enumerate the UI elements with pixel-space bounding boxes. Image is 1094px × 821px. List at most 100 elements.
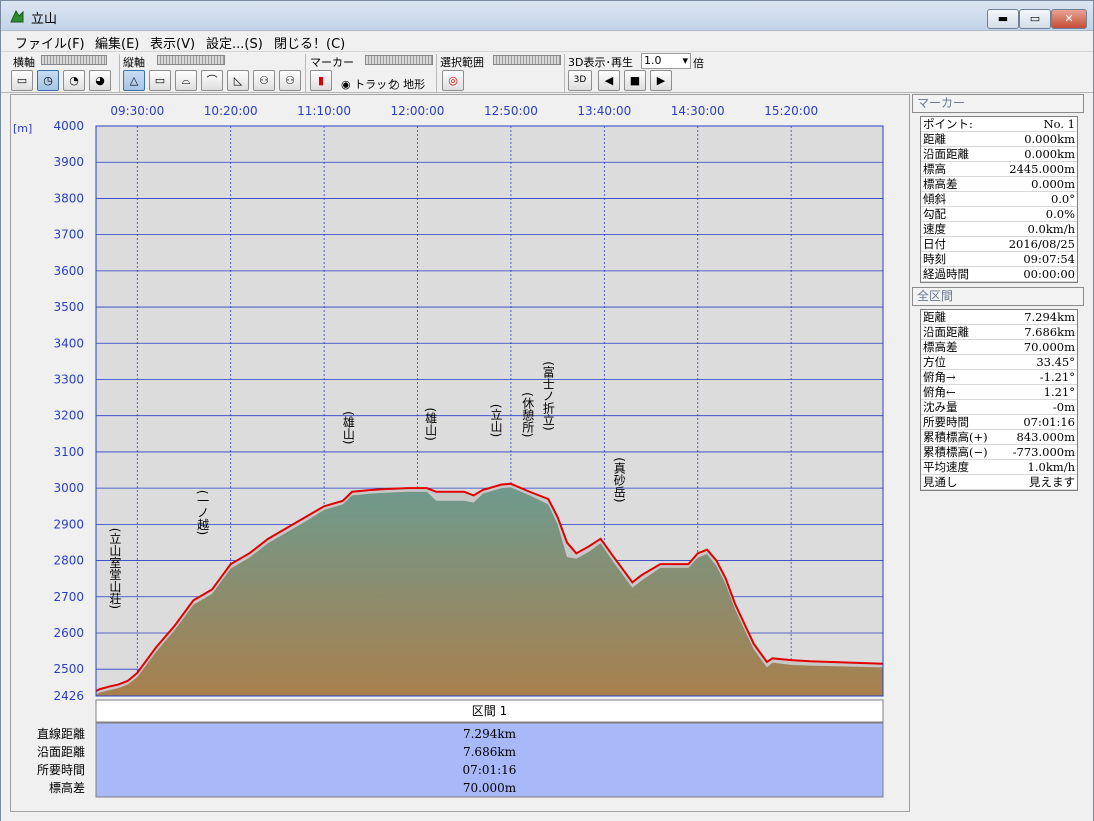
y-tick-label: 3700: [53, 228, 84, 242]
total_panel-label: 俯角←: [923, 385, 956, 399]
minimize-button[interactable]: ▬: [987, 9, 1019, 29]
total_panel-value: 1.0km/h: [1027, 460, 1075, 474]
menu-view[interactable]: 表示(V): [150, 33, 195, 52]
total-table: 距離 7.294km 沿面距離 7.686km 標高差 70.000m 方位 33.45° 俯角…: [920, 309, 1078, 491]
marker_panel-row: 傾斜 0.0°: [921, 192, 1077, 207]
total_panel-row: 累積標高(+) 843.000m: [921, 430, 1077, 445]
distance-axis-icon[interactable]: ▭: [11, 70, 33, 91]
stop-icon[interactable]: ■: [624, 70, 646, 91]
marker_panel-label: 勾配: [923, 207, 946, 221]
x-tick-label: 10:20:00: [204, 104, 258, 118]
total_panel-value: 見えます: [1029, 475, 1075, 489]
point-axis-icon[interactable]: ◔: [63, 70, 85, 91]
speed-select-value: 1.0: [644, 54, 662, 67]
marker_panel-value: 0.000m: [1031, 177, 1075, 191]
y-tick-label: 4000: [53, 119, 84, 133]
total_panel-row: 方位 33.45°: [921, 355, 1077, 370]
total_panel-value: 7.686km: [1024, 325, 1075, 339]
slope-icon[interactable]: ⌓: [175, 70, 197, 91]
y-tick-label: 2426: [53, 689, 84, 703]
marker-pin-icon[interactable]: ▮: [310, 70, 332, 91]
marker_panel-value: 0.0km/h: [1027, 222, 1075, 236]
y-axis: 4000 3900 3800 3700 3600 3500 3400 3300 3200 3100…: [53, 119, 84, 703]
annotation-label: (富士ノ折立): [541, 361, 555, 430]
total_panel-value: 7.294km: [1024, 310, 1075, 324]
total_panel-row: 所要時間 07:01:16: [921, 415, 1077, 430]
v-axis-slider[interactable]: [157, 55, 225, 65]
speed-icon[interactable]: ⚇: [253, 70, 275, 91]
total_panel-label: 累積標高(−): [923, 445, 988, 459]
elevation-chart[interactable]: 4000 3900 3800 3700 3600 3500 3400 3300 3200 3100…: [11, 95, 909, 811]
play-icon[interactable]: ▶: [650, 70, 672, 91]
marker-label: マーカー: [310, 56, 354, 69]
section-row-label: 沿面距離: [37, 745, 85, 759]
marker_panel-label: 傾斜: [923, 192, 946, 206]
annotation-label: (雄山): [424, 407, 438, 440]
marker_panel-label: 距離: [923, 132, 946, 146]
y-tick-label: 3900: [53, 155, 84, 169]
total_panel-label: 沿面距離: [923, 325, 969, 339]
section-row-value: 07:01:16: [463, 763, 517, 777]
marker_panel-row: 標高差 0.000m: [921, 177, 1077, 192]
range-label: 選択範囲: [440, 56, 484, 69]
marker_panel-row: 距離 0.000km: [921, 132, 1077, 147]
marker_panel-label: 標高: [923, 162, 946, 176]
total_panel-row: 距離 7.294km: [921, 310, 1077, 325]
section-row-value: 7.294km: [463, 727, 517, 741]
range-select-icon[interactable]: ◎: [442, 70, 464, 91]
total_panel-label: 距離: [923, 310, 946, 324]
maximize-button[interactable]: ▭: [1019, 9, 1051, 29]
total_panel-value: 843.000m: [1016, 430, 1075, 444]
x-tick-label: 09:30:00: [110, 104, 164, 118]
range-slider[interactable]: [493, 55, 561, 65]
marker_panel-value: 2445.000m: [1009, 162, 1075, 176]
status-bar: [1, 812, 1093, 821]
marker_panel-row: 速度 0.0km/h: [921, 222, 1077, 237]
pie-axis-icon[interactable]: ◕: [89, 70, 111, 91]
total_panel-row: 俯角← 1.21°: [921, 385, 1077, 400]
marker_panel-label: 経過時間: [923, 267, 969, 281]
x-tick-label: 13:40:00: [577, 104, 631, 118]
total_panel-label: 所要時間: [923, 415, 969, 429]
elevation-icon[interactable]: △: [123, 70, 145, 91]
close-button[interactable]: ✕: [1051, 9, 1087, 29]
total_panel-row: 沈み量 -0m: [921, 400, 1077, 415]
total_panel-label: 俯角→: [923, 370, 956, 384]
title-bar: 立山 ▬ ▭ ✕: [1, 1, 1093, 31]
total_panel-label: 標高差: [923, 340, 958, 354]
y-tick-label: 3100: [53, 445, 84, 459]
total_panel-value: -773.000m: [1012, 445, 1075, 459]
terrain-radio-label: 地形: [403, 78, 426, 91]
marker_panel-row: 日付 2016/08/25: [921, 237, 1077, 252]
h-axis-slider[interactable]: [41, 55, 107, 65]
angle-icon[interactable]: ◺: [227, 70, 249, 91]
3d-button[interactable]: 3D: [568, 70, 592, 91]
total-panel-title: 全区間: [912, 287, 1084, 306]
total_panel-row: 標高差 70.000m: [921, 340, 1077, 355]
section-table: 区間 1 直線距離 7.294km 沿面距離 7.686km 所要時間 07:01:16 標高…: [37, 699, 884, 798]
flat-icon[interactable]: ▭: [149, 70, 171, 91]
toolbar: 横軸 ▭ ◷ ◔ ◕ 縦軸 △ ▭ ⌓ ⌒ ◺ ⚇ ⚇ マーカー ▮ ◉ トラッ…: [1, 51, 1093, 93]
terrain-icon[interactable]: ⌒: [201, 70, 223, 91]
x-tick-label: 14:30:00: [671, 104, 725, 118]
total_panel-label: 累積標高(+): [923, 430, 988, 444]
terrain-radio[interactable]: ○ 地形: [390, 76, 425, 92]
menu-edit[interactable]: 編集(E): [95, 33, 139, 52]
marker_panel-label: 時刻: [923, 252, 946, 266]
y-tick-label: 2500: [53, 662, 84, 676]
y-tick-label: 3000: [53, 481, 84, 495]
marker_panel-row: 沿面距離 0.000km: [921, 147, 1077, 162]
marker-slider[interactable]: [365, 55, 433, 65]
app-window: 立山 ▬ ▭ ✕ ファイル(F) 編集(E) 表示(V) 設定...(S) 閉じ…: [0, 0, 1094, 821]
rewind-icon[interactable]: ◀: [598, 70, 620, 91]
y-axis-label: [m]: [13, 122, 32, 135]
marker_panel-value: 2016/08/25: [1008, 237, 1075, 251]
speed2-icon[interactable]: ⚇: [279, 70, 301, 91]
time-axis-icon[interactable]: ◷: [37, 70, 59, 91]
menu-settings[interactable]: 設定...(S): [206, 33, 263, 52]
speed-select[interactable]: 1.0 ▾: [641, 53, 691, 69]
menu-file[interactable]: ファイル(F): [15, 33, 85, 52]
total_panel-label: 見通し: [923, 475, 958, 489]
marker_panel-label: 沿面距離: [923, 147, 969, 161]
menu-close[interactable]: 閉じる！(C): [274, 33, 345, 52]
